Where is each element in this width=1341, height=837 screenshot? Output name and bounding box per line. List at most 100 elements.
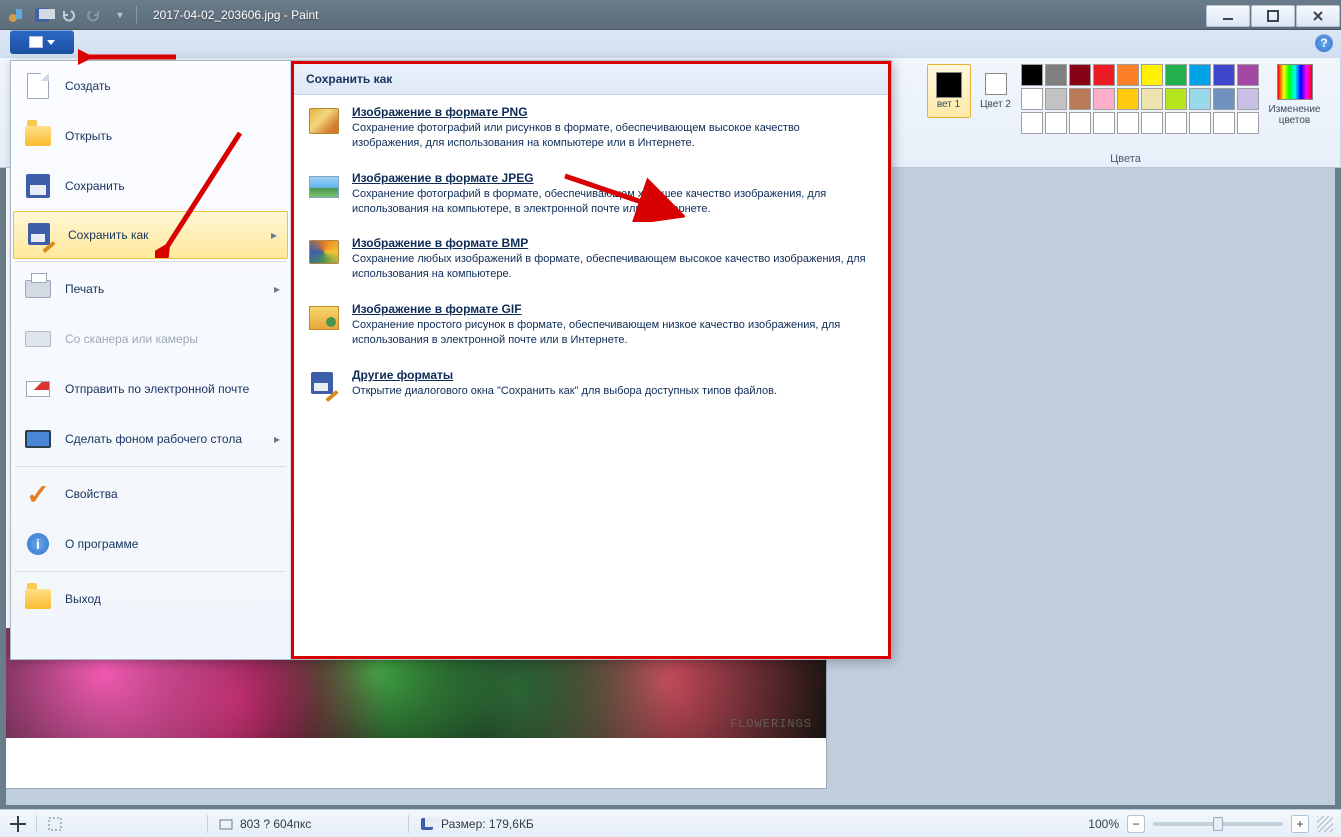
palette-swatch[interactable]	[1117, 112, 1139, 134]
file-menu-label: Отправить по электронной почте	[65, 382, 249, 396]
palette-swatch[interactable]	[1189, 112, 1211, 134]
zoom-out-button[interactable]: −	[1127, 815, 1145, 833]
format-title: Изображение в формате BMP	[352, 236, 872, 250]
palette-swatch[interactable]	[1189, 64, 1211, 86]
palette-swatch[interactable]	[1045, 64, 1067, 86]
annotation-arrow-1	[78, 45, 178, 69]
status-zoom: 100% − +	[1088, 815, 1341, 833]
status-cursor	[0, 810, 36, 837]
palette-swatch[interactable]	[1213, 112, 1235, 134]
save-icon	[23, 171, 53, 201]
saveas-other[interactable]: Другие форматыОткрытие диалогового окна …	[294, 358, 888, 410]
color-palette[interactable]	[1021, 64, 1259, 134]
palette-swatch[interactable]	[1165, 112, 1187, 134]
palette-swatch[interactable]	[1117, 88, 1139, 110]
selection-size-icon	[47, 816, 63, 832]
color2-button[interactable]: Цвет 2	[977, 64, 1015, 118]
palette-swatch[interactable]	[1093, 112, 1115, 134]
palette-swatch[interactable]	[1045, 112, 1067, 134]
other-format-icon	[308, 368, 340, 400]
file-menu-label: О программе	[65, 537, 138, 551]
window-controls	[1206, 3, 1341, 27]
file-menu-print[interactable]: Печать	[11, 264, 290, 314]
palette-swatch[interactable]	[1069, 64, 1091, 86]
dimensions-text: 803 ? 604пкс	[240, 817, 311, 831]
palette-swatch[interactable]	[1069, 112, 1091, 134]
filesize-icon	[419, 816, 435, 832]
palette-swatch[interactable]	[1117, 64, 1139, 86]
zoom-slider[interactable]	[1153, 822, 1283, 826]
statusbar: 803 ? 604пкс Размер: 179,6КБ 100% − +	[0, 809, 1341, 837]
titlebar: ▼ 2017-04-02_203606.jpg - Paint	[0, 0, 1341, 30]
filesize-text: Размер: 179,6КБ	[441, 817, 534, 831]
palette-swatch[interactable]	[1165, 64, 1187, 86]
palette-swatch[interactable]	[1093, 64, 1115, 86]
palette-swatch[interactable]	[1237, 88, 1259, 110]
scanner-icon	[23, 324, 53, 354]
file-menu-save[interactable]: Сохранить	[11, 161, 290, 211]
file-menu-wallpaper[interactable]: Сделать фоном рабочего стола	[11, 414, 290, 464]
palette-swatch[interactable]	[1141, 88, 1163, 110]
qat-undo-icon[interactable]	[56, 4, 80, 26]
saveas-bmp[interactable]: Изображение в формате BMP Сохранение любы…	[294, 226, 888, 292]
maximize-button[interactable]	[1251, 5, 1295, 27]
close-button[interactable]	[1296, 5, 1340, 27]
palette-swatch[interactable]	[1045, 88, 1067, 110]
palette-swatch[interactable]	[1141, 112, 1163, 134]
format-desc: Сохранение любых изображений в формате, …	[352, 252, 872, 282]
zoom-in-button[interactable]: +	[1291, 815, 1309, 833]
saveas-png[interactable]: Изображение в формате PNGСохранение фото…	[294, 95, 888, 161]
file-menu-label: Создать	[65, 79, 111, 93]
file-menu-about[interactable]: i О программе	[11, 519, 290, 569]
help-icon[interactable]: ?	[1315, 34, 1333, 52]
colors-group: вет 1 Цвет 2 Изменение цветов Цвета	[911, 58, 1341, 167]
palette-swatch[interactable]	[1021, 64, 1043, 86]
qat-customize-icon[interactable]: ▼	[108, 4, 132, 26]
file-menu-left: Создать ОткрытьСохранить Сохранить как Печа…	[11, 61, 291, 659]
image-size-icon	[218, 816, 234, 832]
palette-swatch[interactable]	[1093, 88, 1115, 110]
open-icon	[23, 121, 53, 151]
sendmail-icon	[23, 374, 53, 404]
file-menu-properties[interactable]: ✓Свойства	[11, 469, 290, 519]
annotation-arrow-3	[555, 168, 685, 222]
submenu-list: Изображение в формате PNGСохранение фото…	[294, 95, 888, 410]
file-menu: Создать ОткрытьСохранить Сохранить как Печа…	[10, 60, 892, 660]
file-menu-open[interactable]: Открыть	[11, 111, 290, 161]
file-menu-button[interactable]	[10, 30, 74, 54]
exit-icon	[23, 584, 53, 614]
wallpaper-icon	[23, 424, 53, 454]
palette-swatch[interactable]	[1237, 64, 1259, 86]
color1-button[interactable]: вет 1	[927, 64, 971, 118]
new-icon	[23, 71, 53, 101]
palette-swatch[interactable]	[1213, 64, 1235, 86]
qat-redo-icon[interactable]	[82, 4, 106, 26]
file-menu-sendmail[interactable]: Отправить по электронной почте	[11, 364, 290, 414]
save-as-submenu: Сохранить как Изображение в формате PNGС…	[291, 61, 891, 659]
palette-swatch[interactable]	[1189, 88, 1211, 110]
file-menu-label: Сохранить как	[68, 228, 148, 242]
saveas-icon	[26, 220, 56, 250]
palette-swatch[interactable]	[1021, 112, 1043, 134]
window-title: 2017-04-02_203606.jpg - Paint	[153, 8, 318, 22]
palette-swatch[interactable]	[1165, 88, 1187, 110]
qat-save-icon[interactable]	[30, 4, 54, 26]
minimize-button[interactable]	[1206, 5, 1250, 27]
palette-swatch[interactable]	[1141, 64, 1163, 86]
saveas-gif[interactable]: Изображение в формате GIFСохранение прос…	[294, 292, 888, 358]
palette-swatch[interactable]	[1213, 88, 1235, 110]
print-icon	[23, 274, 53, 304]
file-menu-exit[interactable]: Выход	[11, 574, 290, 624]
watermark-text: FLOWERINGS	[730, 718, 812, 730]
resize-grip[interactable]	[1317, 816, 1333, 832]
annotation-arrow-2	[155, 128, 245, 258]
edit-colors-button[interactable]: Изменение цветов	[1265, 64, 1325, 126]
file-menu-saveas[interactable]: Сохранить как	[13, 211, 288, 259]
palette-swatch[interactable]	[1237, 112, 1259, 134]
palette-swatch[interactable]	[1021, 88, 1043, 110]
palette-swatch[interactable]	[1069, 88, 1091, 110]
app-icon	[4, 4, 28, 26]
file-menu-label: Со сканера или камеры	[65, 332, 198, 346]
about-icon: i	[23, 529, 53, 559]
file-menu-label: Сделать фоном рабочего стола	[65, 432, 242, 446]
